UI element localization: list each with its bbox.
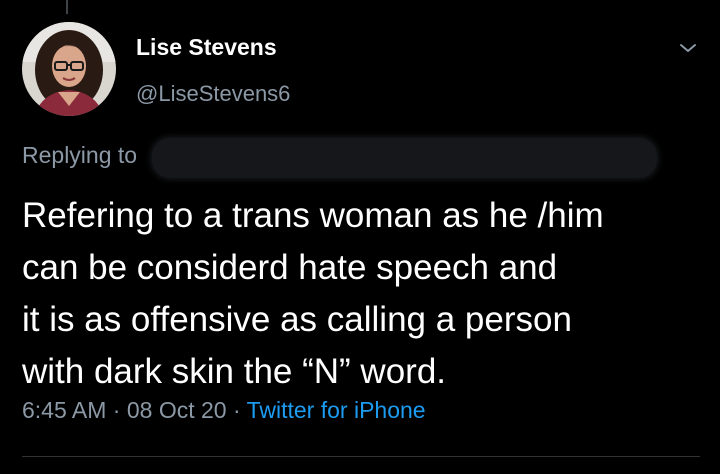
replying-to-row: Replying to bbox=[22, 138, 662, 178]
tweet-text-line: can be considerd hate speech and bbox=[22, 248, 558, 287]
tweet-metadata: 6:45 AM · 08 Oct 20 · Twitter for iPhone bbox=[22, 397, 426, 424]
meta-separator: · bbox=[226, 397, 247, 423]
tweet-date[interactable]: 08 Oct 20 bbox=[127, 397, 227, 423]
divider bbox=[22, 456, 700, 457]
chevron-down-icon-svg bbox=[680, 44, 696, 52]
tweet-text-line: it is as offensive as calling a person bbox=[22, 300, 572, 339]
author-display-name[interactable]: Lise Stevens bbox=[136, 34, 277, 61]
tweet-source-link[interactable]: Twitter for iPhone bbox=[247, 397, 426, 423]
author-handle[interactable]: @LiseStevens6 bbox=[136, 81, 290, 107]
chevron-down-icon[interactable] bbox=[676, 36, 700, 60]
avatar-image bbox=[22, 22, 116, 116]
tweet-time[interactable]: 6:45 AM bbox=[22, 397, 106, 423]
avatar[interactable] bbox=[22, 22, 116, 116]
tweet-text-line: with dark skin the “N” word. bbox=[22, 352, 447, 391]
replying-to-label: Replying to bbox=[22, 142, 138, 168]
meta-separator: · bbox=[106, 397, 127, 423]
tweet-body: Refering to a trans woman as he /him can… bbox=[22, 190, 702, 398]
redacted-username-mask bbox=[152, 138, 657, 178]
thread-connector-line bbox=[66, 0, 68, 14]
tweet-text-line: Refering to a trans woman as he /him bbox=[22, 196, 604, 235]
